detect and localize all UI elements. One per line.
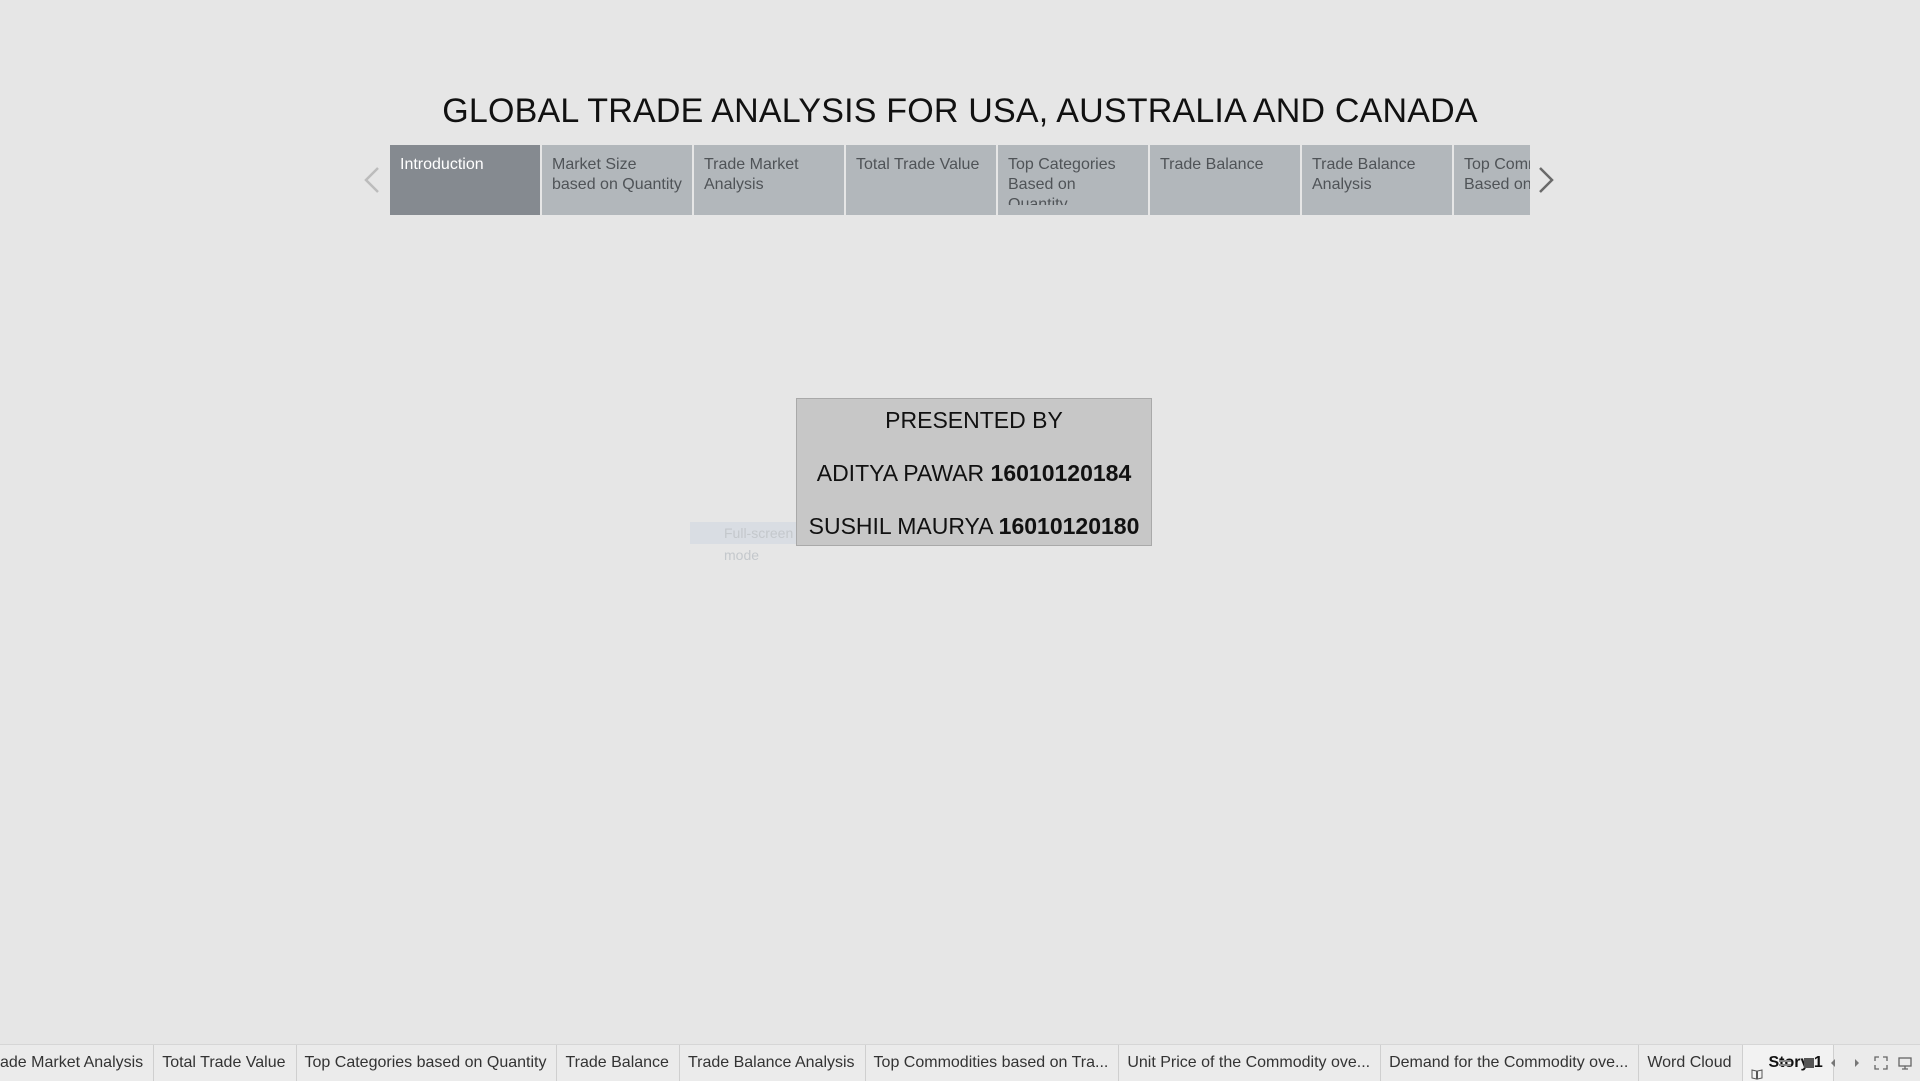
presenter-id: 16010120180: [998, 513, 1140, 539]
chevron-right-icon[interactable]: [1532, 160, 1560, 200]
sheet-tab[interactable]: Word Cloud: [1639, 1045, 1743, 1081]
story-point-market-size[interactable]: Market Size based on Quantity: [542, 145, 692, 215]
presenter-line: ADITYA PAWAR 16010120184: [797, 460, 1151, 487]
story-book-icon: [1751, 1058, 1763, 1080]
presenter-box: PRESENTED BY ADITYA PAWAR 16010120184 SU…: [796, 398, 1152, 546]
sheet-tab[interactable]: Trade Balance: [557, 1045, 680, 1081]
next-sheet-icon[interactable]: [1850, 1056, 1864, 1070]
sheet-tab[interactable]: ade Market Analysis: [0, 1045, 155, 1081]
tabs-icon[interactable]: [1802, 1056, 1816, 1070]
sheet-tab[interactable]: Top Categories based on Quantity: [297, 1045, 558, 1081]
story-navigator: Introduction Market Size based on Quanti…: [390, 145, 1530, 215]
sheet-tab[interactable]: Trade Balance Analysis: [680, 1045, 866, 1081]
story-point-total-trade-value[interactable]: Total Trade Value: [846, 145, 996, 215]
sheet-tab[interactable]: Total Trade Value: [154, 1045, 297, 1081]
present-icon[interactable]: [1898, 1056, 1912, 1070]
chevron-left-icon[interactable]: [358, 160, 386, 200]
story-point-introduction[interactable]: Introduction: [390, 145, 540, 215]
presenter-name: ADITYA PAWAR: [816, 460, 985, 486]
sheet-tab-bar: ade Market Analysis Total Trade Value To…: [0, 1044, 1920, 1081]
presenter-heading: PRESENTED BY: [885, 407, 1063, 433]
sheet-tab[interactable]: Demand for the Commodity ove...: [1381, 1045, 1640, 1081]
story-point-trade-balance-analysis[interactable]: Trade Balance Analysis: [1302, 145, 1452, 215]
filmstrip-icon[interactable]: [1778, 1056, 1792, 1070]
story-point-top-categories[interactable]: Top Categories Based on Quantity: [998, 145, 1148, 215]
story-point-trade-market-analysis[interactable]: Trade Market Analysis: [694, 145, 844, 215]
fullscreen-icon[interactable]: [1874, 1056, 1888, 1070]
sheet-tab[interactable]: Unit Price of the Commodity ove...: [1119, 1045, 1382, 1081]
story-point-top-commodities[interactable]: Top Commodities Based on Value: [1454, 145, 1530, 215]
tab-controls: [1778, 1045, 1912, 1081]
story-title: GLOBAL TRADE ANALYSIS FOR USA, AUSTRALIA…: [442, 92, 1478, 130]
presenter-id: 16010120184: [990, 460, 1132, 486]
story-point-trade-balance[interactable]: Trade Balance: [1150, 145, 1300, 215]
prev-sheet-icon[interactable]: [1826, 1056, 1840, 1070]
presenter-name: SUSHIL MAURYA: [808, 513, 993, 539]
presenter-line: SUSHIL MAURYA 16010120180: [797, 513, 1151, 540]
sheet-tab[interactable]: Top Commodities based on Tra...: [866, 1045, 1120, 1081]
